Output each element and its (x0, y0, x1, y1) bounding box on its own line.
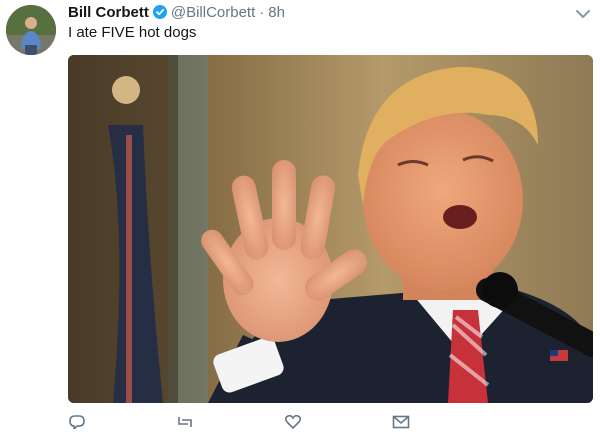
like-icon[interactable] (284, 414, 302, 430)
tweet-actions (68, 414, 488, 431)
direct-message-icon[interactable] (392, 415, 410, 429)
tweet-timestamp[interactable]: 8h (268, 4, 285, 21)
retweet-icon[interactable] (176, 415, 194, 429)
tweet[interactable]: Bill Corbett @BillCorbett · 8h I ate FIV… (0, 0, 600, 431)
author-avatar[interactable] (6, 5, 56, 55)
avatar-image (6, 5, 56, 55)
photo-image (68, 55, 593, 403)
tweet-header: Bill Corbett @BillCorbett · 8h (68, 3, 285, 21)
tweet-text: I ate FIVE hot dogs (68, 24, 197, 41)
tweet-photo[interactable] (68, 55, 593, 403)
verified-badge-icon (152, 5, 167, 19)
author-handle[interactable]: @BillCorbett (171, 4, 255, 21)
author-name[interactable]: Bill Corbett (68, 4, 149, 21)
header-separator: · (259, 3, 265, 21)
reply-icon[interactable] (68, 415, 86, 431)
chevron-down-icon[interactable] (575, 7, 591, 19)
